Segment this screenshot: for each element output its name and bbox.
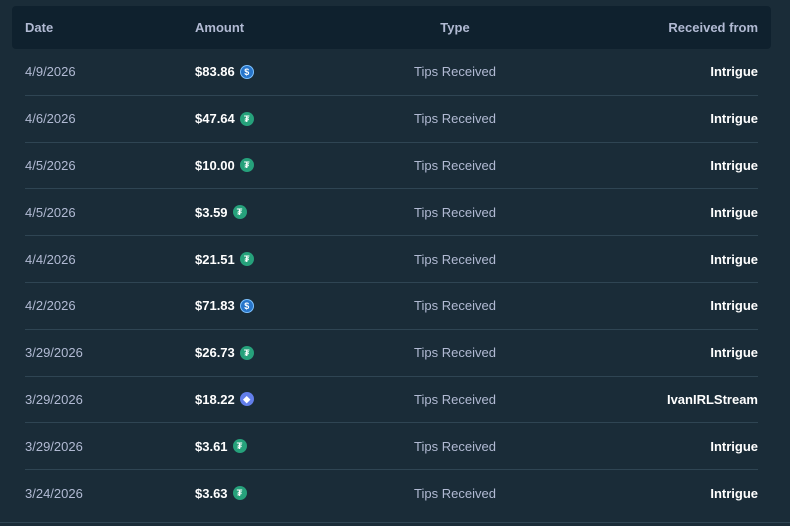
row-date: 3/29/2026	[25, 391, 83, 407]
row-received-from: Intrigue	[710, 485, 758, 501]
amount-value: $26.73	[195, 345, 235, 361]
row-date: 4/5/2026	[25, 204, 76, 220]
row-type: Tips Received	[414, 64, 496, 80]
usdt-icon: ₮	[239, 158, 254, 173]
row-type: Tips Received	[414, 345, 496, 361]
usdc-icon: $	[239, 298, 254, 313]
row-received-from: Intrigue	[710, 345, 758, 361]
row-date: 3/29/2026	[25, 438, 83, 454]
table-row: 4/5/2026 $3.59 ₮ Tips Received Intrigue	[25, 189, 758, 237]
row-amount: $83.86 $	[195, 64, 375, 79]
row-date: 4/6/2026	[25, 111, 76, 127]
row-type: Tips Received	[414, 485, 496, 501]
row-date: 3/29/2026	[25, 345, 83, 361]
row-date: 3/24/2026	[25, 485, 83, 501]
row-type: Tips Received	[414, 111, 496, 127]
table-row: 4/5/2026 $10.00 ₮ Tips Received Intrigue	[25, 143, 758, 190]
row-received-from: Intrigue	[710, 438, 758, 454]
row-type: Tips Received	[414, 391, 496, 407]
usdt-icon: ₮	[232, 439, 247, 454]
row-type: Tips Received	[414, 298, 496, 314]
table-row: 4/4/2026 $21.51 ₮ Tips Received Intrigue	[25, 236, 758, 283]
amount-value: $21.51	[195, 251, 235, 267]
header-amount: Amount	[195, 20, 245, 35]
row-received-from: IvanIRLStream	[666, 391, 758, 407]
table-row: 3/29/2026 $26.73 ₮ Tips Received Intrigue	[25, 330, 758, 377]
usdt-icon: ₮	[239, 345, 254, 360]
amount-value: $3.61	[195, 438, 228, 454]
row-type: Tips Received	[414, 438, 496, 454]
table-row: 3/29/2026 $18.22 ◆ Tips Received IvanIRLStre…	[25, 377, 758, 424]
row-received-from: Intrigue	[710, 204, 758, 220]
eth-icon: ◆	[239, 392, 254, 407]
table-row: 4/9/2026 $83.86 $ Tips Received Intrigue	[25, 49, 758, 96]
amount-value: $47.64	[195, 111, 235, 127]
row-amount: $3.63 ₮	[195, 486, 375, 501]
amount-value: $18.22	[195, 391, 235, 407]
transactions-table: Date Amount Type Received from 4/9/2026 $…	[12, 6, 771, 516]
amount-value: $83.86	[195, 64, 235, 80]
row-date: 4/2/2026	[25, 298, 76, 314]
usdc-icon: $	[239, 64, 254, 79]
row-amount: $3.59 ₮	[195, 205, 375, 220]
row-date: 4/5/2026	[25, 157, 76, 173]
divider	[0, 522, 790, 523]
row-received-from: Intrigue	[710, 298, 758, 314]
row-amount: $21.51 ₮	[195, 252, 375, 267]
row-date: 4/9/2026	[25, 64, 76, 80]
row-amount: $3.61 ₮	[195, 439, 375, 454]
header-date: Date	[25, 20, 54, 35]
table-header: Date Amount Type Received from	[12, 6, 771, 49]
row-amount: $71.83 $	[195, 298, 375, 313]
amount-value: $71.83	[195, 298, 235, 314]
row-date: 4/4/2026	[25, 251, 76, 267]
table-row: 3/29/2026 $3.61 ₮ Tips Received Intrigue	[25, 423, 758, 471]
usdt-icon: ₮	[232, 486, 247, 501]
row-received-from: Intrigue	[710, 111, 758, 127]
usdt-icon: ₮	[239, 111, 254, 126]
header-type: Type	[440, 20, 470, 35]
row-amount: $18.22 ◆	[195, 392, 375, 407]
row-type: Tips Received	[414, 157, 496, 173]
usdt-icon: ₮	[239, 252, 254, 267]
row-amount: $26.73 ₮	[195, 345, 375, 360]
row-received-from: Intrigue	[710, 64, 758, 80]
table-body: 4/9/2026 $83.86 $ Tips Received Intrigue 4/6/…	[12, 49, 771, 516]
row-received-from: Intrigue	[710, 157, 758, 173]
row-received-from: Intrigue	[710, 251, 758, 267]
row-amount: $47.64 ₮	[195, 111, 375, 126]
row-type: Tips Received	[414, 204, 496, 220]
table-row: 3/24/2026 $3.63 ₮ Tips Received Intrigue	[25, 470, 758, 516]
table-row: 4/6/2026 $47.64 ₮ Tips Received Intrigue	[25, 96, 758, 143]
amount-value: $3.59	[195, 204, 228, 220]
header-received-from: Received from	[668, 20, 758, 35]
table-row: 4/2/2026 $71.83 $ Tips Received Intrigue	[25, 283, 758, 330]
amount-value: $10.00	[195, 157, 235, 173]
amount-value: $3.63	[195, 485, 228, 501]
usdt-icon: ₮	[232, 205, 247, 220]
row-amount: $10.00 ₮	[195, 158, 375, 173]
row-type: Tips Received	[414, 251, 496, 267]
